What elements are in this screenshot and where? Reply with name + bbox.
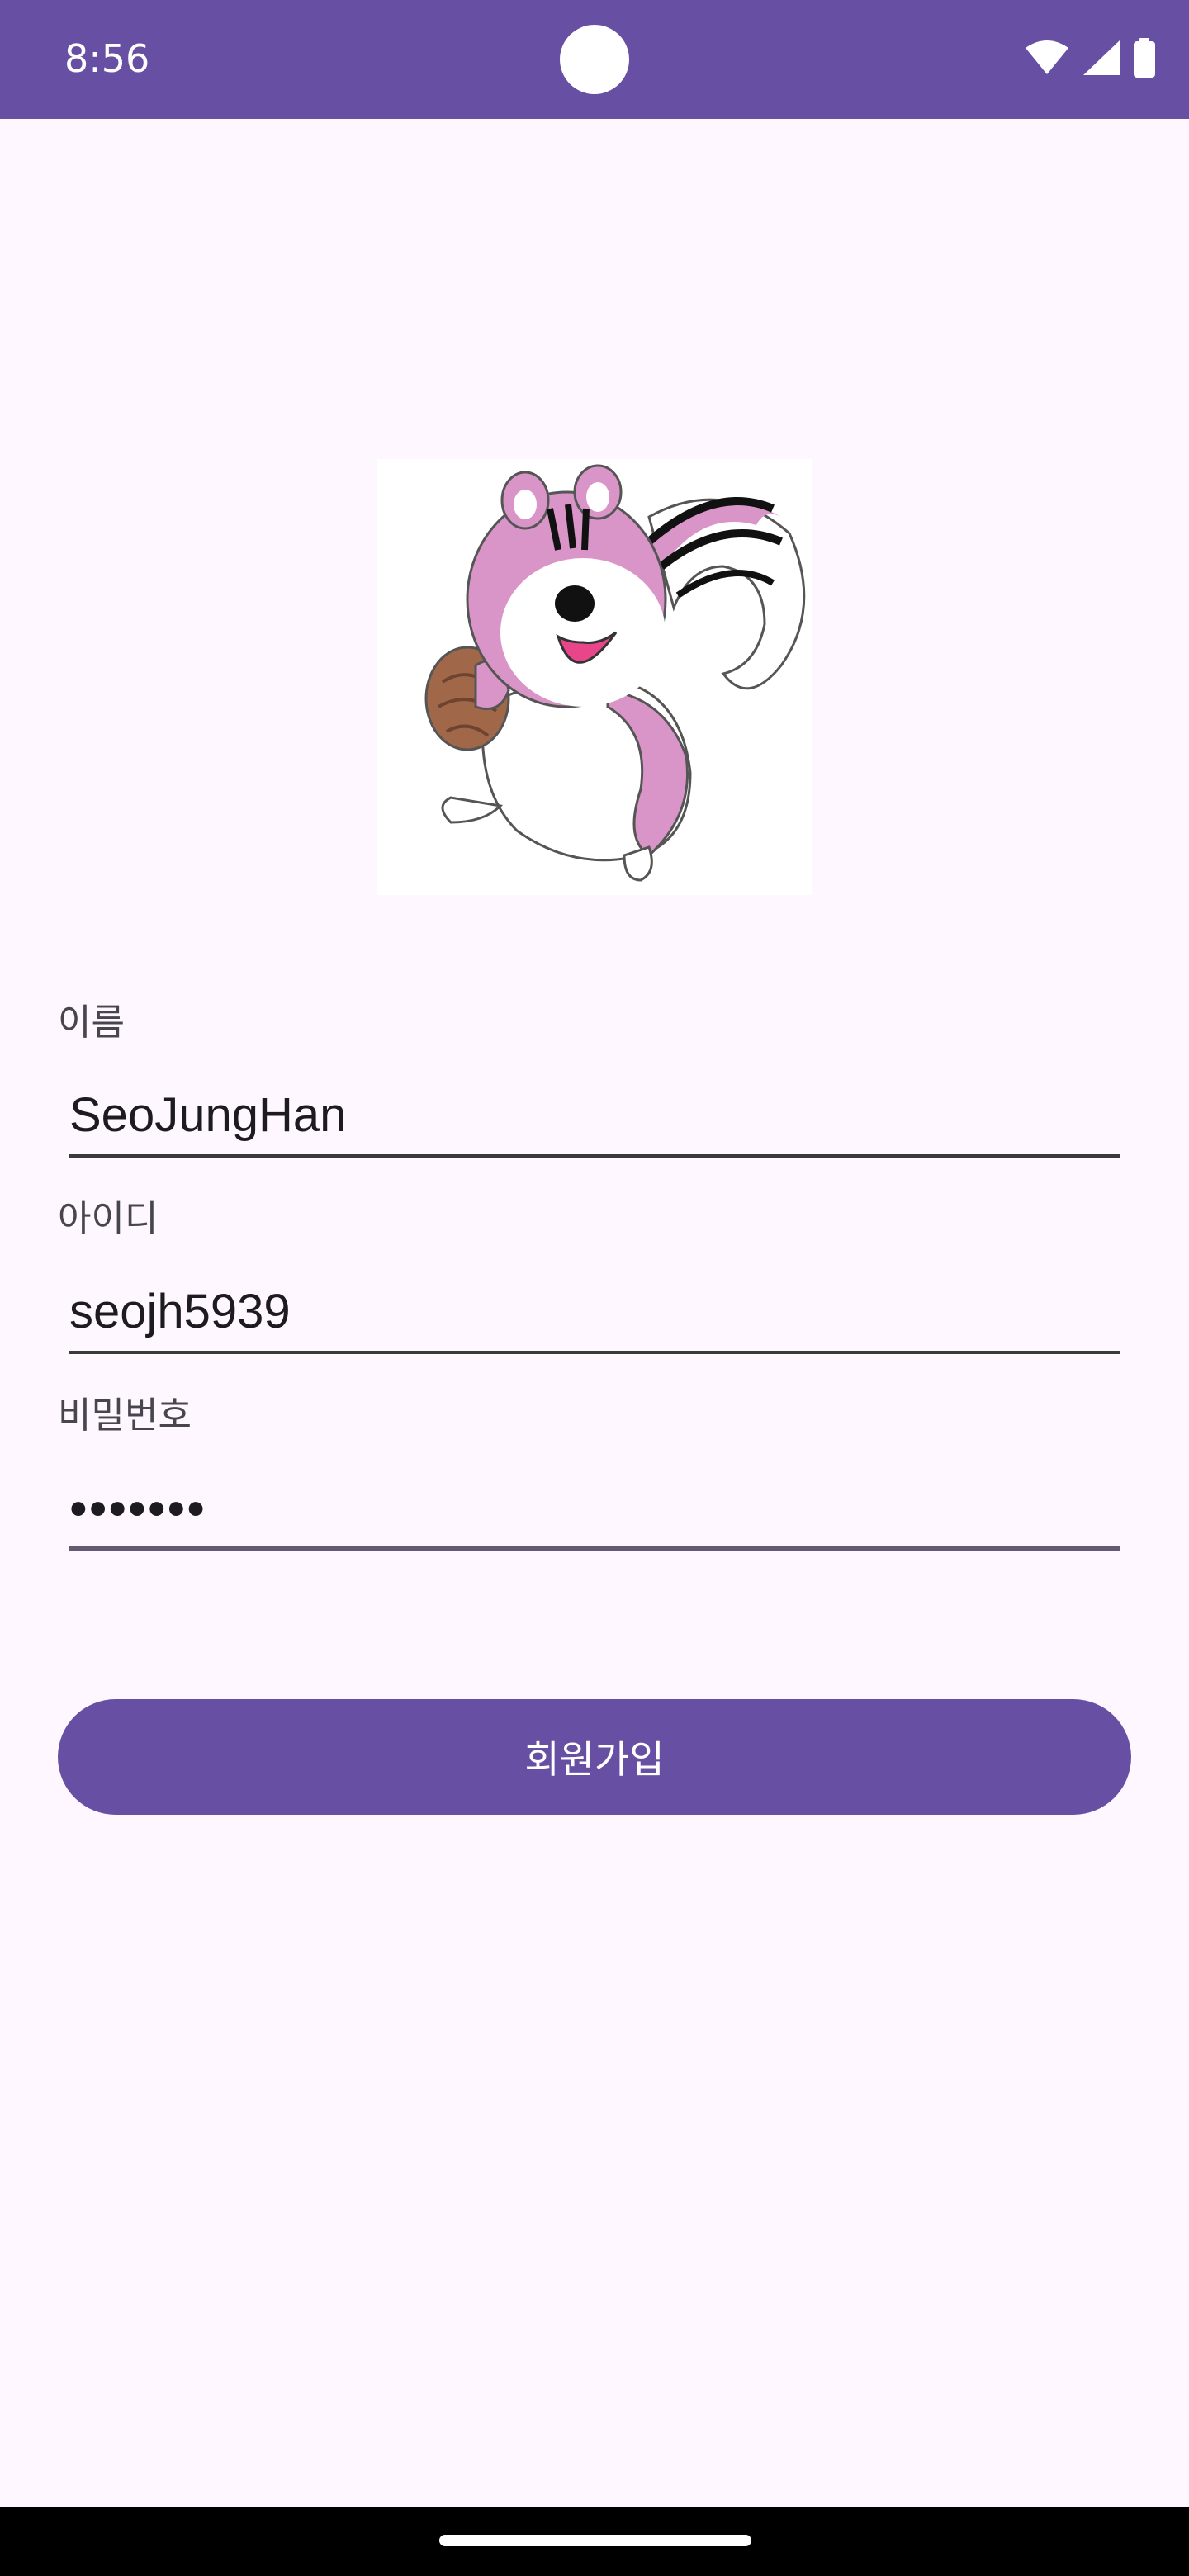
password-value: ••••••• (69, 1480, 206, 1537)
camera-cutout (560, 25, 629, 94)
battery-icon (1133, 38, 1156, 78)
name-value: SeoJungHan (69, 1088, 347, 1142)
status-time: 8:56 (64, 36, 150, 81)
status-icons (1024, 36, 1156, 79)
wifi-icon (1024, 40, 1070, 76)
cellular-signal-icon (1082, 39, 1121, 77)
home-handle[interactable] (439, 2535, 751, 2546)
id-value: seojh5939 (69, 1285, 291, 1338)
signup-screen: 8:56 이름 SeoJungHan 아이디 seojh5939 비밀번호 ••… (0, 0, 1189, 2576)
signup-button[interactable]: 회원가입 (58, 1699, 1131, 1815)
password-label: 비밀번호 (58, 1395, 192, 1437)
password-input[interactable]: ••••••• (69, 1460, 1120, 1551)
id-label: 아이디 (58, 1198, 159, 1240)
name-input[interactable]: SeoJungHan (69, 1067, 1120, 1158)
squirrel-mascot-image (377, 459, 812, 895)
status-bar: 8:56 (0, 0, 1189, 119)
name-label: 이름 (58, 1002, 125, 1044)
id-input[interactable]: seojh5939 (69, 1263, 1120, 1354)
